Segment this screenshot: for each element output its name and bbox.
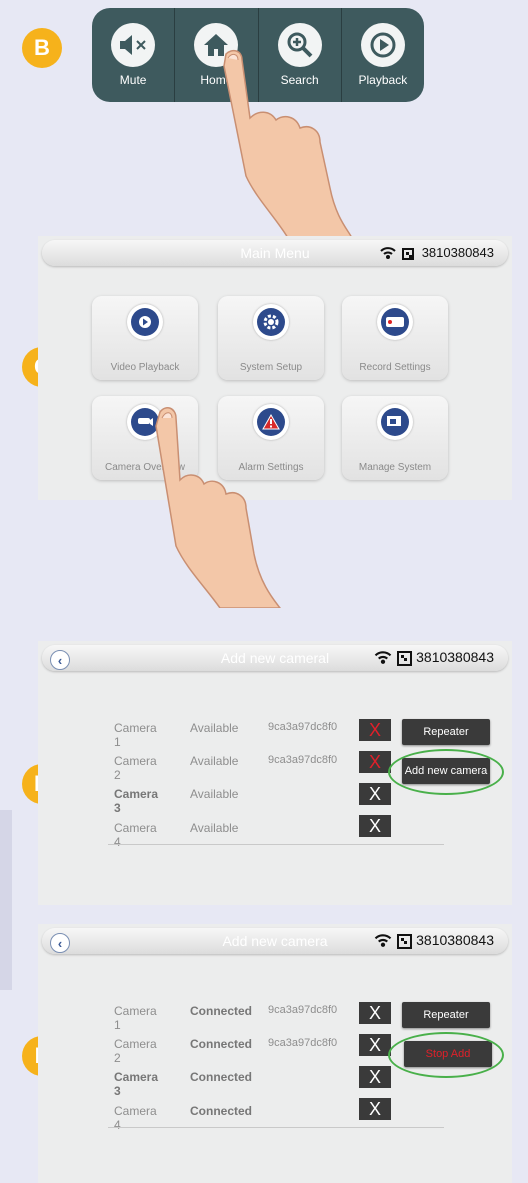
highlight-ring xyxy=(388,749,504,795)
main-menu-header: Main Menu 3810380843 xyxy=(42,240,508,266)
camera-status: Available xyxy=(190,721,239,735)
qr-code-icon xyxy=(397,934,412,949)
remove-camera-button[interactable]: X xyxy=(359,1098,391,1120)
remove-camera-button[interactable]: X xyxy=(359,1002,391,1024)
camera-name: Camera 1 xyxy=(114,1004,157,1032)
remove-camera-button[interactable]: X xyxy=(359,815,391,837)
device-id: 3810380843 xyxy=(421,245,494,260)
step-badge-b: B xyxy=(22,28,62,68)
repeater-button[interactable]: Repeater xyxy=(402,1002,490,1028)
camera-status: Connected xyxy=(190,1070,253,1084)
camera-name: Camera 1 xyxy=(114,721,157,749)
mute-icon xyxy=(111,23,156,67)
highlight-ring xyxy=(388,1032,504,1078)
camera-id: 9ca3a97dc8f0 xyxy=(268,754,338,766)
manage-system-tile[interactable]: Manage System xyxy=(342,396,448,480)
wifi-icon xyxy=(374,934,392,947)
mute-label: Mute xyxy=(119,73,147,87)
remove-camera-button[interactable]: X xyxy=(359,1066,391,1088)
record-icon xyxy=(377,304,413,340)
qr-code-icon xyxy=(402,248,414,260)
add-camera-header: ‹ Add new camera 3810380843 xyxy=(42,928,508,954)
remove-camera-button[interactable]: X xyxy=(359,1034,391,1056)
playback-label: Playback xyxy=(358,73,408,87)
table-divider xyxy=(108,1127,444,1128)
playback-icon xyxy=(360,23,405,67)
camera-name: Camera 3 xyxy=(114,787,159,815)
tile-label: System Setup xyxy=(239,362,303,373)
system-setup-tile[interactable]: System Setup xyxy=(218,296,324,380)
device-id: 3810380843 xyxy=(416,649,494,665)
remove-camera-button[interactable]: X xyxy=(359,751,391,773)
manage-icon xyxy=(377,404,413,440)
camera-status: Connected xyxy=(190,1037,253,1051)
pointing-hand-image xyxy=(155,407,281,608)
play-icon xyxy=(127,304,163,340)
remove-camera-button[interactable]: X xyxy=(359,719,391,741)
qr-code-icon xyxy=(397,651,412,666)
camera-status: Available xyxy=(190,754,239,768)
repeater-button[interactable]: Repeater xyxy=(402,719,490,745)
wifi-icon xyxy=(380,247,396,259)
mute-button[interactable]: Mute xyxy=(92,8,176,102)
video-playback-tile[interactable]: Video Playback xyxy=(92,296,198,380)
camera-name: Camera 3 xyxy=(114,1070,159,1098)
device-id: 3810380843 xyxy=(416,932,494,948)
gear-icon xyxy=(253,304,289,340)
wifi-icon xyxy=(374,651,392,664)
pointing-hand-image xyxy=(223,49,353,238)
camera-id: 9ca3a97dc8f0 xyxy=(268,1037,338,1049)
side-strip xyxy=(0,810,12,990)
tile-label: Record Settings xyxy=(359,362,431,373)
camera-status: Available xyxy=(190,787,239,801)
camera-id: 9ca3a97dc8f0 xyxy=(268,1004,338,1016)
remove-camera-button[interactable]: X xyxy=(359,783,391,805)
camera-id: 9ca3a97dc8f0 xyxy=(268,721,338,733)
tile-label: Manage System xyxy=(358,462,432,473)
camera-status: Connected xyxy=(190,1104,253,1118)
add-camera-screen-connected: ‹ Add new camera 3810380843 Camera 1 Con… xyxy=(38,924,512,1183)
tile-label: Video Playback xyxy=(110,362,180,373)
add-camera-screen: ‹ Add new cameral 3810380843 Camera 1 Av… xyxy=(38,641,512,905)
camera-name: Camera 2 xyxy=(114,1037,157,1065)
camera-status: Connected xyxy=(190,1004,253,1018)
add-camera-header: ‹ Add new cameral 3810380843 xyxy=(42,645,508,671)
record-settings-tile[interactable]: Record Settings xyxy=(342,296,448,380)
camera-status: Available xyxy=(190,821,239,835)
table-divider xyxy=(108,844,444,845)
camera-name: Camera 2 xyxy=(114,754,157,782)
